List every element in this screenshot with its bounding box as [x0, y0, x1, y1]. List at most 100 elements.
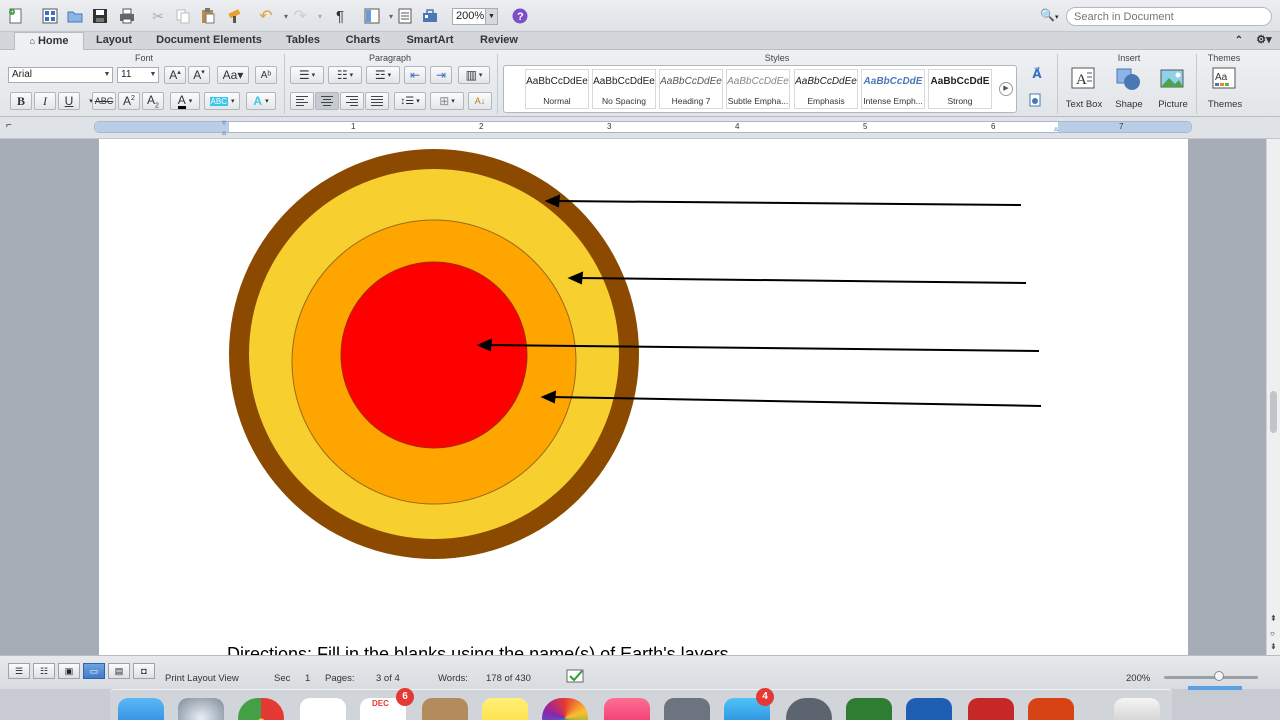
- browse-object-icon[interactable]: ○: [1270, 629, 1275, 638]
- style-heading-7[interactable]: AaBbCcDdEe Heading 7: [659, 69, 723, 109]
- font-size-dropdown-icon[interactable]: ▼: [148, 68, 158, 82]
- inner-core-layer[interactable]: [340, 261, 528, 449]
- chrome-icon[interactable]: [238, 698, 284, 720]
- insert-text-box-button[interactable]: A Text Box: [1063, 65, 1105, 110]
- shrink-font-button[interactable]: A▾: [188, 66, 210, 84]
- launchpad-icon[interactable]: [178, 698, 224, 720]
- subscript-button[interactable]: A2: [142, 92, 164, 110]
- publishing-view-button[interactable]: ▣: [58, 663, 80, 679]
- decrease-indent-button[interactable]: ⇤: [404, 66, 426, 84]
- tab-smartart[interactable]: SmartArt: [398, 32, 462, 50]
- style-no-spacing[interactable]: AaBbCcDdEe No Spacing: [592, 69, 656, 109]
- styles-next-icon[interactable]: ▶: [999, 82, 1013, 96]
- insert-shape-button[interactable]: Shape: [1110, 65, 1148, 110]
- tab-layout[interactable]: Layout: [88, 32, 140, 50]
- notebook-view-button[interactable]: ▤: [108, 663, 130, 679]
- grow-font-button[interactable]: A▴: [164, 66, 186, 84]
- reminders-icon[interactable]: [300, 698, 346, 720]
- undo-icon[interactable]: ↶: [256, 6, 276, 26]
- right-indent-marker-icon[interactable]: ▵: [1054, 124, 1058, 133]
- earth-layers-diagram[interactable]: [99, 139, 1188, 655]
- draft-view-button[interactable]: ☰: [8, 663, 30, 679]
- justify-button[interactable]: [365, 92, 389, 110]
- styles-pane-button[interactable]: A⃗: [1024, 65, 1050, 83]
- new-document-icon[interactable]: +: [6, 6, 26, 26]
- print-icon[interactable]: [117, 6, 137, 26]
- document-page[interactable]: Directions: Fill in the blanks using the…: [99, 139, 1188, 655]
- help-icon[interactable]: ?: [510, 6, 530, 26]
- toolbox-icon[interactable]: [420, 6, 440, 26]
- scroll-thumb[interactable]: [1270, 391, 1277, 433]
- focus-view-button[interactable]: ◘: [133, 663, 155, 679]
- powerpoint-icon[interactable]: [1028, 698, 1074, 720]
- line-spacing-button[interactable]: ↕☰ ▾: [394, 92, 426, 110]
- cut-icon[interactable]: ✂: [148, 6, 168, 26]
- clear-formatting-button[interactable]: Aᵇ: [255, 66, 277, 84]
- templates-icon[interactable]: [40, 6, 60, 26]
- acrobat-icon[interactable]: [968, 698, 1014, 720]
- search-options-icon[interactable]: 🔍▾: [1040, 8, 1058, 22]
- sort-button[interactable]: A↓: [468, 92, 492, 110]
- word-icon[interactable]: [906, 698, 952, 720]
- style-normal[interactable]: AaBbCcDdEe Normal: [525, 69, 589, 109]
- safari-icon[interactable]: [786, 698, 832, 720]
- numbering-button[interactable]: ☷ ▾: [328, 66, 362, 84]
- directions-text[interactable]: Directions: Fill in the blanks using the…: [227, 644, 734, 655]
- print-layout-view-button[interactable]: ▭: [83, 663, 105, 679]
- align-center-button[interactable]: [315, 92, 339, 110]
- search-input[interactable]: [1066, 7, 1272, 26]
- bold-button[interactable]: B: [10, 92, 32, 110]
- increase-indent-button[interactable]: ⇥: [430, 66, 452, 84]
- format-painter-icon[interactable]: [225, 6, 245, 26]
- style-emphasis[interactable]: AaBbCcDdEe Emphasis: [794, 69, 858, 109]
- first-line-indent-marker-icon[interactable]: ▿: [222, 118, 226, 127]
- copy-icon[interactable]: [173, 6, 193, 26]
- tab-tables[interactable]: Tables: [278, 32, 328, 50]
- tab-home[interactable]: ⌂ Home: [14, 32, 84, 50]
- excel-icon[interactable]: [846, 698, 892, 720]
- style-subtle-emphasis[interactable]: AaBbCcDdEe Subtle Empha...: [726, 69, 790, 109]
- calendar-icon[interactable]: DEC 6: [360, 688, 414, 720]
- outline-view-button[interactable]: ☷: [33, 663, 55, 679]
- font-color-button[interactable]: A ▾: [170, 92, 200, 110]
- tab-charts[interactable]: Charts: [338, 32, 388, 50]
- spelling-check-icon[interactable]: [566, 669, 586, 683]
- show-formatting-icon[interactable]: ¶: [330, 6, 350, 26]
- photos-icon[interactable]: [542, 698, 588, 720]
- font-name-dropdown-icon[interactable]: ▼: [102, 68, 112, 82]
- tab-stop-selector-icon[interactable]: ⌐: [6, 120, 20, 134]
- zoom-slider[interactable]: [1164, 676, 1258, 679]
- vertical-scrollbar[interactable]: ⇞ ○ ⇟: [1266, 139, 1280, 655]
- redo-dropdown-icon[interactable]: ▾: [310, 6, 330, 26]
- underline-button[interactable]: U: [58, 92, 80, 110]
- bullets-button[interactable]: ☰ ▾: [290, 66, 324, 84]
- trash-icon[interactable]: [1114, 698, 1160, 720]
- next-page-icon[interactable]: ⇟: [1270, 642, 1277, 651]
- align-right-button[interactable]: [340, 92, 364, 110]
- paste-icon[interactable]: [198, 6, 218, 26]
- sidebar-view-icon[interactable]: [362, 6, 382, 26]
- manage-styles-button[interactable]: [1024, 91, 1046, 109]
- highlight-button[interactable]: ABC ▾: [204, 92, 240, 110]
- superscript-button[interactable]: A2: [118, 92, 140, 110]
- insert-picture-button[interactable]: Picture: [1152, 65, 1194, 110]
- multilevel-list-button[interactable]: ☲ ▾: [366, 66, 400, 84]
- style-intense-emphasis[interactable]: AaBbCcDdE Intense Emph...: [861, 69, 925, 109]
- align-left-button[interactable]: [290, 92, 314, 110]
- itunes-icon[interactable]: [604, 698, 650, 720]
- system-preferences-icon[interactable]: [664, 698, 710, 720]
- font-size-combo[interactable]: 11 ▼: [117, 67, 159, 83]
- left-indent-marker-icon[interactable]: ▵: [222, 128, 226, 137]
- tab-document-elements[interactable]: Document Elements: [150, 32, 268, 50]
- zoom-dropdown-icon[interactable]: ▼: [485, 9, 497, 24]
- save-icon[interactable]: [90, 6, 110, 26]
- finder-icon[interactable]: [118, 698, 164, 720]
- strikethrough-button[interactable]: ABC: [92, 92, 116, 110]
- notes-icon[interactable]: [482, 698, 528, 720]
- zoom-combo[interactable]: 200% ▼: [452, 8, 498, 25]
- contacts-icon[interactable]: [422, 698, 468, 720]
- app-store-icon[interactable]: 4: [724, 688, 774, 720]
- ribbon-settings-icon[interactable]: ⚙▾: [1252, 32, 1276, 50]
- style-strong[interactable]: AaBbCcDdE Strong: [928, 69, 992, 109]
- horizontal-ruler[interactable]: 1 2 3 4 5 6 7: [94, 121, 1192, 133]
